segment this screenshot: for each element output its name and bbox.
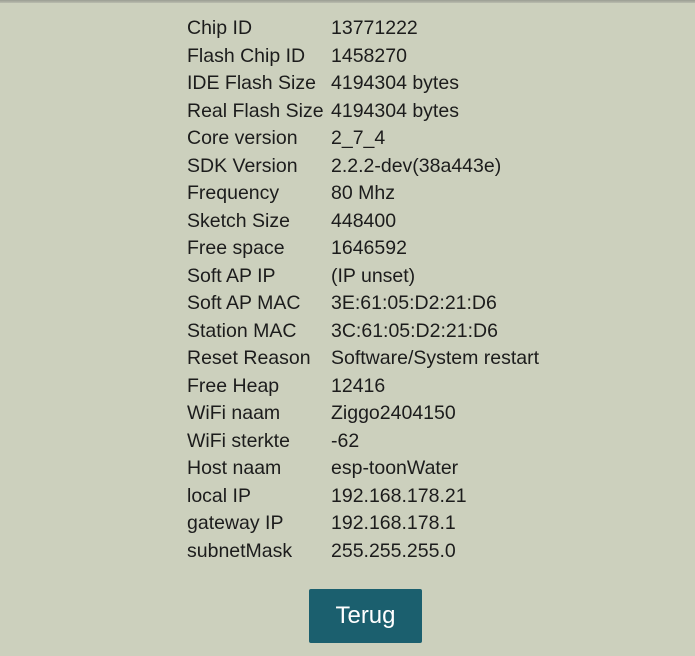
info-row: Core version 2_7_4 xyxy=(187,125,539,153)
info-row: Soft AP IP (IP unset) xyxy=(187,263,539,291)
info-row: IDE Flash Size 4194304 bytes xyxy=(187,70,539,98)
info-value: Ziggo2404150 xyxy=(331,402,456,424)
info-value: 12416 xyxy=(331,374,386,397)
top-border xyxy=(0,0,695,3)
info-value: 2.2.2-dev(38a443e) xyxy=(331,154,502,177)
info-value: 4194304 bytes xyxy=(331,99,459,122)
info-label: IDE Flash Size xyxy=(187,72,316,94)
info-row: Frequency 80 Mhz xyxy=(187,180,539,208)
info-label: Free Heap xyxy=(187,374,280,397)
device-info-table: Chip ID 13771222 Flash Chip ID 1458270 IDE F… xyxy=(187,15,539,565)
info-label: subnetMask xyxy=(187,539,293,562)
info-label: Sketch Size xyxy=(187,209,290,232)
info-row: Sketch Size 448400 xyxy=(187,208,539,236)
info-row: Real Flash Size 4194304 bytes xyxy=(187,98,539,126)
info-row: SDK Version 2.2.2-dev(38a443e) xyxy=(187,153,539,181)
info-label: Frequency xyxy=(187,182,280,204)
info-row: Soft AP MAC 3E:61:05:D2:21:D6 xyxy=(187,290,539,318)
info-row: Flash Chip ID 1458270 xyxy=(187,43,539,71)
info-value: 1458270 xyxy=(331,44,407,67)
info-label: Real Flash Size xyxy=(187,99,324,122)
info-label: Station MAC xyxy=(187,319,297,342)
info-value: 13771222 xyxy=(331,17,418,39)
device-info-body: Chip ID 13771222 Flash Chip ID 1458270 IDE F… xyxy=(187,15,539,565)
info-row: subnetMask 255.255.255.0 xyxy=(187,538,539,566)
info-row: WiFi naam Ziggo2404150 xyxy=(187,400,539,428)
info-value: 80 Mhz xyxy=(331,182,395,204)
info-value: 448400 xyxy=(331,209,397,232)
info-row: Reset Reason Software/System restart xyxy=(187,345,539,373)
info-row: Station MAC 3C:61:05:D2:21:D6 xyxy=(187,318,539,346)
info-row: Free Heap 12416 xyxy=(187,373,539,401)
info-value: 2_7_4 xyxy=(331,127,386,149)
info-value: Software/System restart xyxy=(331,347,540,369)
info-row: local IP 192.168.178.21 xyxy=(187,483,539,511)
info-label: Soft AP IP xyxy=(187,264,276,287)
info-label: gateway IP xyxy=(187,512,284,534)
info-value: esp-toonWater xyxy=(331,457,459,479)
info-row: gateway IP 192.168.178.1 xyxy=(187,510,539,538)
info-value: 192.168.178.21 xyxy=(331,484,467,507)
info-label: Reset Reason xyxy=(187,347,311,369)
back-button[interactable]: Terug xyxy=(309,589,422,643)
info-label: SDK Version xyxy=(187,154,298,177)
info-value: 1646592 xyxy=(331,237,407,259)
info-label: Chip ID xyxy=(187,17,253,39)
info-label: Core version xyxy=(187,127,298,149)
info-value: 3E:61:05:D2:21:D6 xyxy=(331,292,497,314)
info-value: -62 xyxy=(331,429,360,452)
info-label: WiFi naam xyxy=(187,402,281,424)
info-label: WiFi sterkte xyxy=(187,429,290,452)
info-row: Host naam esp-toonWater xyxy=(187,455,539,483)
info-value: 255.255.255.0 xyxy=(331,539,456,562)
info-value: 4194304 bytes xyxy=(331,72,459,94)
info-value: 192.168.178.1 xyxy=(331,512,456,534)
info-label: Free space xyxy=(187,237,285,259)
info-row: Free space 1646592 xyxy=(187,235,539,263)
info-row: Chip ID 13771222 xyxy=(187,15,539,43)
info-label: local IP xyxy=(187,484,251,507)
info-label: Host naam xyxy=(187,457,282,479)
info-value: 3C:61:05:D2:21:D6 xyxy=(331,319,498,342)
info-value: (IP unset) xyxy=(331,264,416,287)
info-label: Soft AP MAC xyxy=(187,292,301,314)
info-label: Flash Chip ID xyxy=(187,44,306,67)
info-row: WiFi sterkte -62 xyxy=(187,428,539,456)
